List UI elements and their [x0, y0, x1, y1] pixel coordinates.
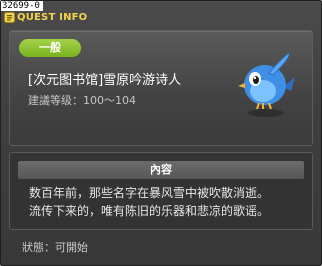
quest-description-line: 流传下来的，唯有陈旧的乐器和悲凉的歌谣。 — [29, 204, 270, 218]
quest-status: 狀態：可開始 — [22, 241, 88, 254]
quest-info-window: 32699-0 QUEST INFO 一般 [次元图书馆]雪原吟游诗人 建議等级… — [0, 0, 322, 266]
quest-category-badge: 一般 — [19, 39, 81, 57]
window-title: QUEST INFO — [17, 12, 88, 23]
content-header: 內容 — [18, 161, 304, 179]
quest-id-label: 32699-0 — [1, 1, 43, 11]
quest-name: [次元图书馆]雪原吟游诗人 — [28, 73, 182, 88]
quest-description-line: 数百年前，那些名字在暴风雪中被吹散消逝。 — [29, 186, 270, 200]
quest-recommended-level: 建議等级：100～104 — [28, 94, 136, 107]
quest-info-icon — [4, 12, 15, 23]
blue-bird-icon — [238, 52, 295, 117]
